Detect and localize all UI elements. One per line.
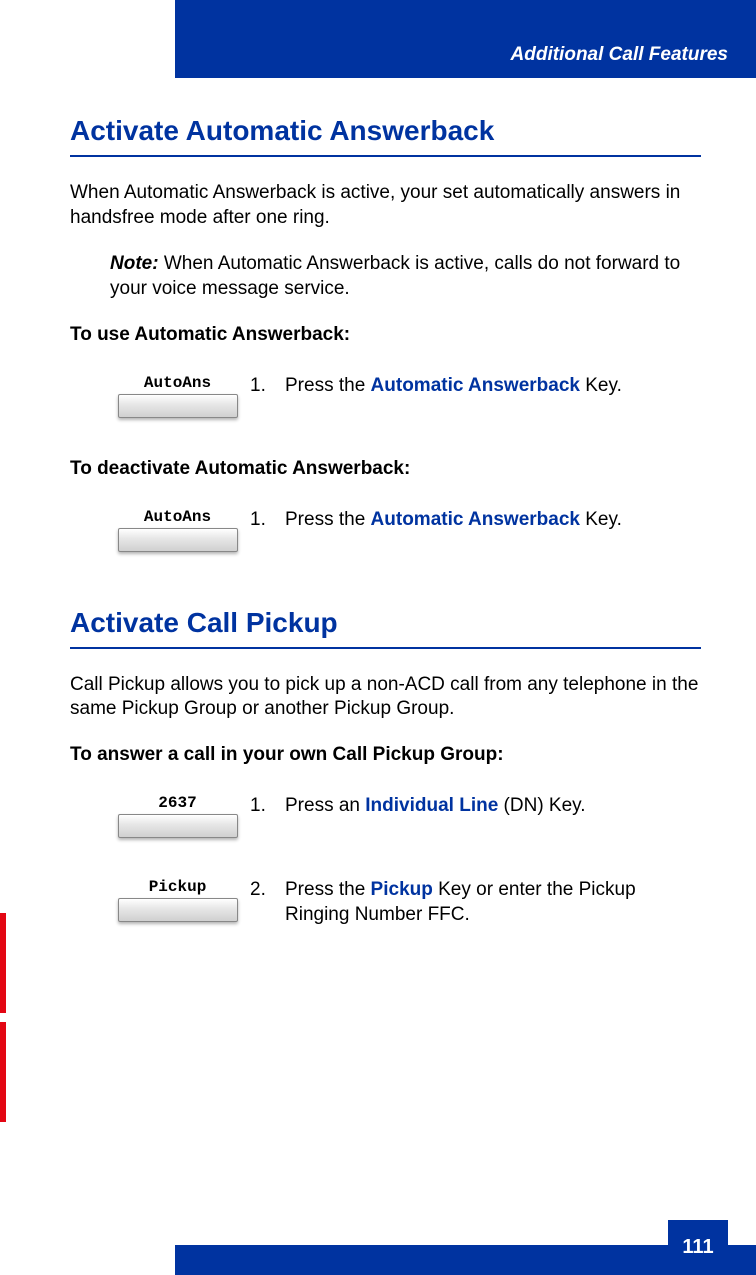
soft-key-button[interactable] [118,898,238,922]
key-graphic-2637: 2637 [105,794,250,838]
key-label: AutoAns [105,374,250,392]
answer-heading: To answer a call in your own Call Pickup… [70,744,701,766]
header-title: Additional Call Features [511,44,728,66]
soft-key-button[interactable] [118,814,238,838]
soft-key-button[interactable] [118,394,238,418]
key-graphic-autoans-1: AutoAns [105,374,250,418]
step-row-pickup-2: Pickup 2. Press the Pickup Key or enter … [105,878,701,927]
intro-text-1: When Automatic Answerback is active, you… [70,181,701,230]
soft-key-button[interactable] [118,528,238,552]
key-name: Pickup [371,879,433,900]
key-name: Individual Line [365,795,498,816]
content-area: Activate Automatic Answerback When Autom… [70,95,701,968]
key-label: Pickup [105,878,250,896]
key-graphic-autoans-2: AutoAns [105,508,250,552]
key-label: AutoAns [105,508,250,526]
deactivate-heading: To deactivate Automatic Answerback: [70,458,701,480]
step-text: 1. Press the Automatic Answerback Key. [250,374,701,399]
note-label: Note: [110,253,159,274]
step-row-pickup-1: 2637 1. Press an Individual Line (DN) Ke… [105,794,701,838]
header-bar: Additional Call Features [175,0,756,78]
key-graphic-pickup: Pickup [105,878,250,922]
note-text: When Automatic Answerback is active, cal… [110,253,680,299]
step-body: Press the Automatic Answerback Key. [285,508,701,533]
step-row-use: AutoAns 1. Press the Automatic Answerbac… [105,374,701,418]
use-heading: To use Automatic Answerback: [70,324,701,346]
section-heading-pickup: Activate Call Pickup [70,607,701,639]
page-number: 111 [682,1236,713,1259]
step-text: 2. Press the Pickup Key or enter the Pic… [250,878,701,927]
step-number: 1. [250,374,285,399]
step-body: Press an Individual Line (DN) Key. [285,794,701,819]
section-heading-answerback: Activate Automatic Answerback [70,115,701,147]
section-rule [70,647,701,649]
step-number: 2. [250,878,285,927]
page-number-tab: 111 [668,1220,728,1275]
intro-text-2: Call Pickup allows you to pick up a non-… [70,673,701,722]
key-name: Automatic Answerback [371,509,580,530]
red-mark-1 [0,913,6,1013]
key-name: Automatic Answerback [371,375,580,396]
step-text: 1. Press the Automatic Answerback Key. [250,508,701,533]
red-mark-2 [0,1022,6,1122]
section-rule [70,155,701,157]
key-label: 2637 [105,794,250,812]
step-text: 1. Press an Individual Line (DN) Key. [250,794,701,819]
note-block: Note: When Automatic Answerback is activ… [110,252,701,301]
step-row-deact: AutoAns 1. Press the Automatic Answerbac… [105,508,701,552]
step-number: 1. [250,508,285,533]
step-number: 1. [250,794,285,819]
step-body: Press the Automatic Answerback Key. [285,374,701,399]
step-body: Press the Pickup Key or enter the Pickup… [285,878,701,927]
